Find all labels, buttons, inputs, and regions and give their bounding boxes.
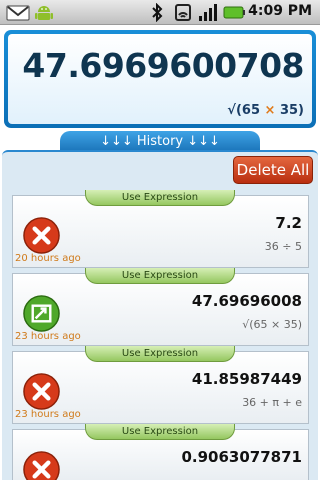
history-result: 41.85987449 [191, 370, 302, 388]
history-expression: √(65 × 35) [242, 318, 302, 331]
history-item[interactable]: Use Expression 23 hours ago 47.69696008 … [12, 268, 309, 346]
battery-icon [223, 6, 245, 19]
use-expression-button[interactable]: Use Expression [85, 190, 235, 206]
expression-prefix: √(65 [227, 103, 265, 118]
gmail-icon [6, 5, 30, 21]
history-item[interactable]: Use Expression 23 hours ago 41.85987449 … [12, 346, 309, 424]
history-time: 23 hours ago [15, 409, 81, 420]
history-item[interactable]: Use Expression 20 hours ago 7.2 36 ÷ 5 [12, 190, 309, 268]
result-display: 47.6969600708 √(65 × 35) [4, 30, 316, 128]
expression-suffix: 35) [275, 103, 304, 118]
status-bar: 4:09 PM [0, 0, 320, 25]
signal-icon [199, 4, 217, 21]
android-icon [35, 6, 53, 20]
expression-operator: × [264, 103, 276, 118]
graph-icon[interactable] [22, 294, 61, 333]
delete-icon[interactable] [22, 372, 61, 411]
use-expression-button[interactable]: Use Expression [85, 268, 235, 284]
history-expression: 36 + π + e [242, 396, 302, 409]
history-item[interactable]: Use Expression 0.9063077871 [12, 424, 309, 480]
delete-icon[interactable] [22, 450, 61, 480]
clock: 4:09 PM [248, 3, 312, 19]
result-display-screen: 47.6969600708 √(65 × 35) [8, 34, 312, 124]
history-time: 20 hours ago [15, 253, 81, 264]
use-expression-button[interactable]: Use Expression [85, 346, 235, 362]
bluetooth-icon [152, 3, 163, 22]
data-sync-icon [175, 4, 191, 21]
delete-icon[interactable] [22, 216, 61, 255]
history-result: 0.9063077871 [181, 448, 302, 466]
history-result: 7.2 [275, 214, 302, 232]
history-result: 47.69696008 [191, 292, 302, 310]
current-expression: √(65 × 35) [227, 103, 304, 118]
delete-all-button[interactable]: Delete All [233, 156, 313, 184]
current-result: 47.6969600708 [22, 46, 304, 85]
history-expression: 36 ÷ 5 [264, 240, 302, 253]
history-toggle[interactable]: ↓↓↓ History ↓↓↓ [60, 131, 260, 152]
use-expression-button[interactable]: Use Expression [85, 424, 235, 440]
history-time: 23 hours ago [15, 331, 81, 342]
